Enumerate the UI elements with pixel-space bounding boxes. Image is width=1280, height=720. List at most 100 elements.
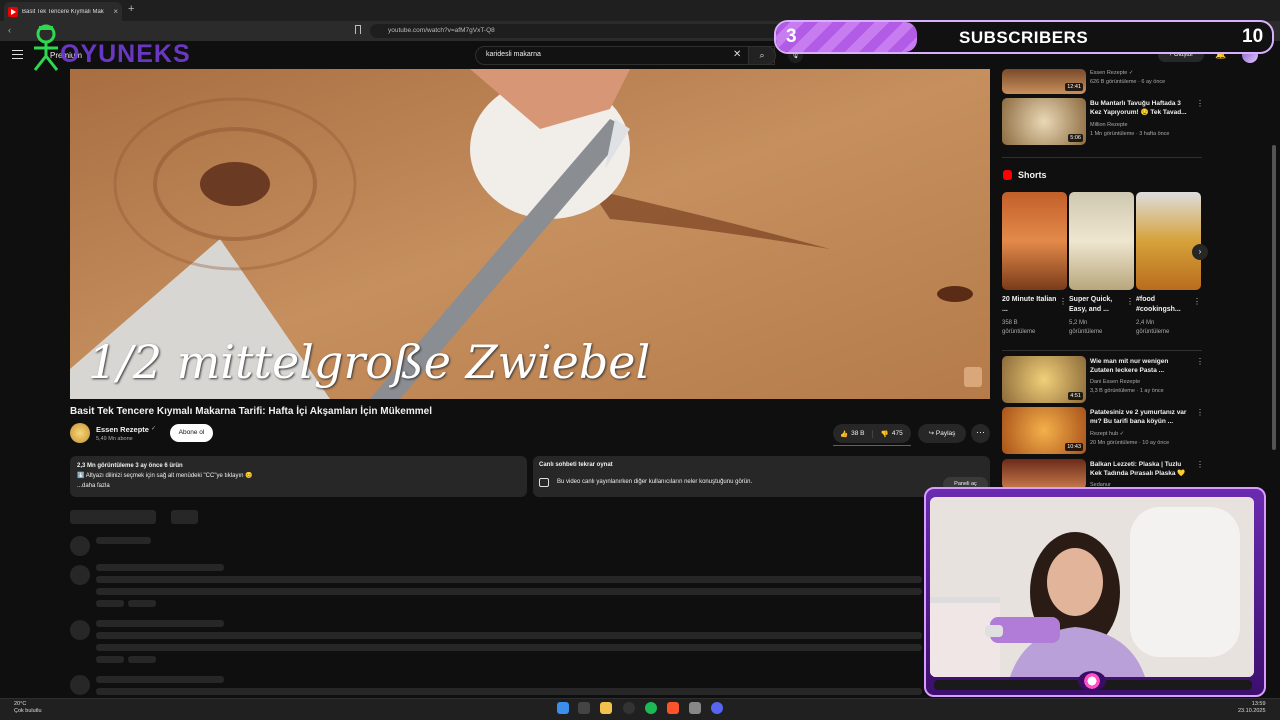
- clock-date: 23.10.2025: [1238, 708, 1266, 714]
- description-more-link[interactable]: ...daha fazla: [77, 481, 520, 491]
- discord-icon[interactable]: [711, 702, 723, 714]
- divider: [1002, 157, 1202, 158]
- recommended-channel[interactable]: Rezept hub ✓: [1090, 430, 1124, 438]
- recommended-thumbnail[interactable]: 5:06: [1002, 98, 1086, 145]
- share-icon: ↪: [928, 430, 936, 437]
- subscriber-goal: 10: [1242, 26, 1264, 47]
- thumbs-up-icon: 👍: [840, 430, 849, 438]
- short-title[interactable]: #food #cookingsh...: [1136, 295, 1194, 315]
- search-button[interactable]: ⌕: [748, 46, 776, 65]
- menu-icon[interactable]: [12, 50, 23, 59]
- share-label: Paylaş: [935, 430, 956, 437]
- channel-watermark[interactable]: [964, 367, 982, 387]
- recommended-stats: 3,3 B görüntüleme · 1 ay önce: [1090, 388, 1164, 394]
- more-options-icon[interactable]: ⋮: [1196, 460, 1204, 469]
- dislike-button[interactable]: 👎 475: [873, 430, 912, 438]
- live-chat-replay-box: Canlı sohbeti tekrar oynat Bu video canl…: [533, 456, 990, 497]
- short-thumbnail[interactable]: [1002, 192, 1067, 290]
- skeleton-avatar: [70, 675, 90, 695]
- back-icon[interactable]: ‹: [8, 25, 11, 35]
- recommended-title[interactable]: Patatesiniz ve 2 yumurtanız var mı? Bu t…: [1090, 408, 1190, 426]
- skeleton-avatar: [70, 620, 90, 640]
- webcam-emblem: [1078, 671, 1106, 691]
- recommended-title[interactable]: Wie man mit nur wenigen Zutaten leckere …: [1090, 357, 1190, 375]
- like-count: 38 B: [851, 430, 865, 437]
- like-button[interactable]: 👍 38 B: [833, 429, 873, 438]
- recommended-thumbnail[interactable]: 4:51: [1002, 356, 1086, 403]
- channel-name[interactable]: Essen Rezepte: [96, 425, 149, 434]
- skeleton-block: [70, 510, 156, 524]
- more-options-icon[interactable]: ⋮: [1126, 297, 1134, 306]
- skeleton-line: [96, 632, 922, 639]
- recommended-thumbnail[interactable]: [1002, 459, 1086, 489]
- share-button[interactable]: ↪ Paylaş: [918, 424, 966, 443]
- recommended-channel[interactable]: Essen Rezepte ✓: [1090, 69, 1133, 77]
- skeleton-line: [96, 588, 922, 595]
- like-ratio-bar: [833, 445, 911, 446]
- short-thumbnail[interactable]: [1069, 192, 1134, 290]
- channel-subscriber-count: 5,49 Mn abone: [96, 436, 133, 442]
- oyuneks-logo-text: OYUNEKS: [60, 40, 191, 68]
- spotify-icon[interactable]: [645, 702, 657, 714]
- bookmark-icon[interactable]: [355, 25, 361, 34]
- url-field[interactable]: youtube.com/watch?v=afM7gVxT-Q8: [370, 24, 790, 38]
- more-actions-button[interactable]: ⋯: [971, 424, 990, 443]
- short-views: 2,4 Mn görüntüleme: [1136, 320, 1170, 335]
- task-view-icon[interactable]: [578, 702, 590, 714]
- app-icon[interactable]: [689, 702, 701, 714]
- recommended-thumbnail[interactable]: 12:41: [1002, 69, 1086, 94]
- start-menu-icon[interactable]: [557, 702, 569, 714]
- short-views: 5,2 Mn görüntüleme: [1069, 320, 1103, 335]
- more-options-icon[interactable]: ⋮: [1193, 297, 1201, 306]
- browser-tab-bar: Basit Tek Tencere Kıymalı Mak × +: [0, 0, 1280, 21]
- page-scrollbar[interactable]: [1272, 145, 1276, 450]
- file-explorer-icon[interactable]: [600, 702, 612, 714]
- subscriber-goal-overlay: 3 SUBSCRIBERS 10: [774, 20, 1274, 54]
- more-options-icon[interactable]: ⋮: [1196, 408, 1204, 417]
- description-line: ⬇️ Altyazı dilinizi seçmek için sağ alt …: [77, 473, 253, 479]
- shorts-heading: Shorts: [1003, 170, 1047, 180]
- skeleton-block: [171, 510, 198, 524]
- video-player[interactable]: 1/2 mittelgroße Zwiebel: [70, 69, 990, 399]
- weather-temp: 20°C: [14, 701, 27, 707]
- recommended-title[interactable]: Bu Mantarlı Tavuğu Haftada 3 Kez Yapıyor…: [1090, 99, 1190, 117]
- subscriber-label: SUBSCRIBERS: [959, 28, 1089, 47]
- recommended-thumbnail[interactable]: 10:43: [1002, 407, 1086, 454]
- recommended-channel[interactable]: Dani Essen Rezepte: [1090, 378, 1140, 386]
- video-duration: 10:43: [1065, 443, 1083, 451]
- short-thumbnail[interactable]: [1136, 192, 1201, 290]
- search-icon: ⌕: [759, 50, 765, 60]
- browser-tab[interactable]: Basit Tek Tencere Kıymalı Mak ×: [4, 2, 122, 21]
- taskbar-clock[interactable]: 13:59 23.10.2025: [1238, 701, 1266, 715]
- skeleton-line: [96, 676, 224, 683]
- brave-browser-icon[interactable]: [667, 702, 679, 714]
- search-input[interactable]: karidesli makarna: [475, 46, 775, 65]
- more-options-icon[interactable]: ⋮: [1196, 357, 1204, 366]
- recommended-stats: 1 Mn görüntüleme · 3 hafta önce: [1090, 131, 1170, 137]
- description-box[interactable]: 2,3 Mn görüntüleme 3 ay önce 6 ürün ⬇️ A…: [70, 456, 527, 497]
- shorts-next-arrow-icon[interactable]: ›: [1192, 244, 1208, 260]
- skeleton-line: [96, 537, 151, 544]
- shorts-icon: [1003, 170, 1012, 180]
- short-title[interactable]: 20 Minute Italian ...: [1002, 295, 1060, 315]
- channel-avatar[interactable]: [70, 423, 90, 443]
- subscribe-button[interactable]: Abone ol: [170, 424, 213, 442]
- description-meta: 2,3 Mn görüntüleme 3 ay önce 6 ürün: [77, 463, 183, 469]
- shorts-heading-label: Shorts: [1018, 170, 1047, 180]
- more-options-icon[interactable]: ⋮: [1059, 297, 1067, 306]
- recommended-channel[interactable]: Million Rezepte: [1090, 121, 1128, 129]
- short-title[interactable]: Super Quick, Easy, and ...: [1069, 295, 1127, 315]
- skeleton-line: [128, 656, 156, 663]
- clear-search-icon[interactable]: ✕: [733, 49, 741, 60]
- obs-icon[interactable]: [623, 702, 635, 714]
- video-title: Basit Tek Tencere Kıymalı Makarna Tarifi…: [70, 406, 432, 417]
- chat-replay-title: Canlı sohbeti tekrar oynat: [539, 462, 613, 468]
- tab-close-icon[interactable]: ×: [113, 7, 118, 16]
- more-options-icon[interactable]: ⋮: [1196, 99, 1204, 108]
- skeleton-line: [96, 656, 124, 663]
- recommended-stats: 20 Mn görüntüleme · 10 ay önce: [1090, 440, 1170, 446]
- weather-widget[interactable]: 20°C Çok bulutlu: [14, 701, 42, 715]
- skeleton-line: [128, 600, 156, 607]
- new-tab-button[interactable]: +: [128, 3, 134, 15]
- recommended-title[interactable]: Balkan Lezzeti: Plaska | Tuzlu Kek Tadın…: [1090, 460, 1190, 478]
